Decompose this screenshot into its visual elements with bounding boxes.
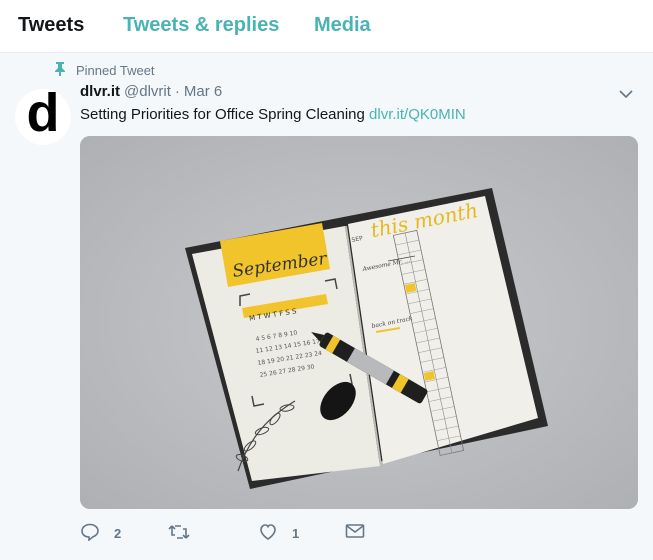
tweet-media-image[interactable]: September M T W T F S S 4 5 6 7 8 9 10 1… (80, 136, 638, 509)
pin-icon (54, 62, 66, 79)
planner-photo: September M T W T F S S 4 5 6 7 8 9 10 1… (80, 136, 638, 509)
pinned-tweet[interactable]: Pinned Tweet d dlvr.it @dlvrit · Mar 6 S… (0, 53, 653, 560)
direct-message-button[interactable] (345, 523, 365, 542)
tweet-link[interactable]: dlvr.it/QK0MIN (369, 106, 466, 123)
reply-button[interactable]: 2 (80, 523, 121, 544)
author-handle[interactable]: @dlvrit (124, 83, 171, 100)
chevron-down-icon[interactable] (619, 85, 633, 103)
like-count: 1 (292, 526, 300, 541)
pinned-indicator: Pinned Tweet (54, 62, 155, 79)
tweet-date[interactable]: Mar 6 (184, 83, 222, 100)
retweet-icon (168, 523, 190, 544)
envelope-icon (345, 523, 365, 542)
author-name[interactable]: dlvr.it (80, 83, 120, 100)
header-separator: · (174, 83, 180, 100)
profile-tabs: Tweets Tweets & replies Media (0, 0, 653, 53)
tweet-header: dlvr.it @dlvrit · Mar 6 (80, 83, 222, 100)
tweet-text: Setting Priorities for Office Spring Cle… (80, 106, 466, 123)
reply-count: 2 (114, 526, 122, 541)
tab-tweets[interactable]: Tweets (18, 14, 84, 37)
heart-icon (258, 523, 278, 544)
tweet-actions: 2 1 (80, 523, 500, 547)
tweet-body: Setting Priorities for Office Spring Cle… (80, 106, 365, 123)
tab-media[interactable]: Media (314, 14, 371, 37)
retweet-button[interactable] (168, 523, 204, 544)
avatar-letter: d (26, 83, 60, 143)
avatar[interactable]: d (15, 83, 71, 145)
like-button[interactable]: 1 (258, 523, 299, 544)
pinned-label: Pinned Tweet (76, 63, 155, 78)
tab-tweets-and-replies[interactable]: Tweets & replies (123, 14, 279, 37)
reply-icon (80, 523, 100, 544)
